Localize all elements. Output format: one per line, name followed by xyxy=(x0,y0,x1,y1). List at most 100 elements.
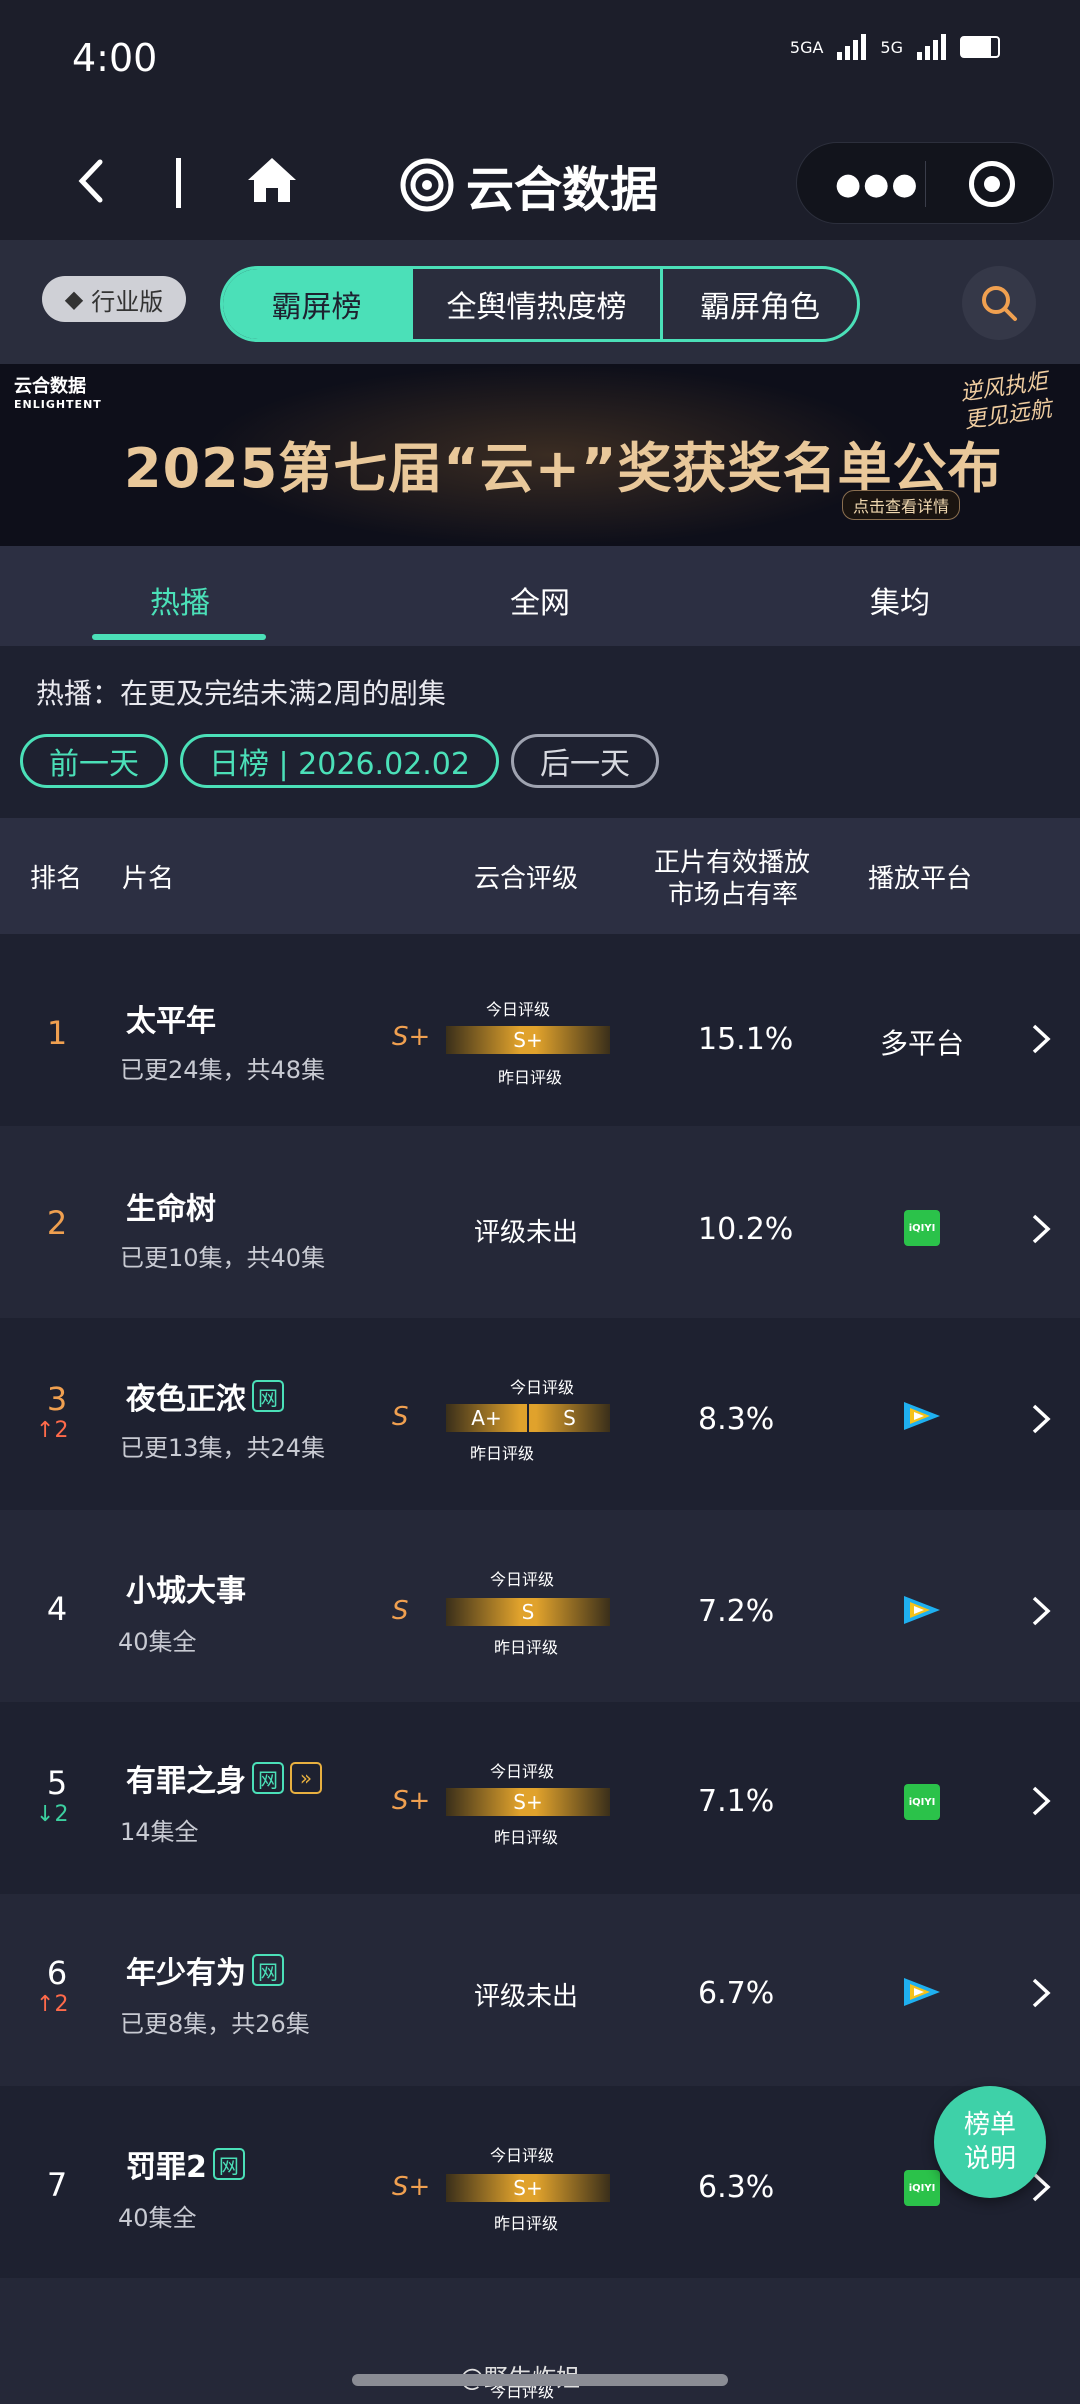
rank-number: 1 xyxy=(46,1014,68,1052)
market-share: 6.7% xyxy=(698,1976,775,2011)
iqiyi-icon: iQIYI xyxy=(904,1210,940,1246)
ranking-description: 热播：在更及完结未满2周的剧集 xyxy=(36,677,446,710)
header-title: 片名 xyxy=(122,864,175,894)
rating-meter: S+ xyxy=(446,1026,610,1054)
more-icon[interactable]: ●●● xyxy=(835,167,920,202)
target-icon[interactable] xyxy=(969,161,1015,207)
web-drama-tag: 网 xyxy=(252,1954,284,1986)
back-icon[interactable] xyxy=(72,156,112,206)
nav-bar: 云合数据 ●●● xyxy=(0,120,1080,240)
iqiyi-icon: iQIYI xyxy=(904,2170,940,2206)
chevron-right-icon[interactable] xyxy=(1030,1212,1052,1246)
tab-indicator xyxy=(92,634,266,640)
fast-forward-icon: » xyxy=(290,1762,322,1794)
table-row[interactable]: 3 ↑2 夜色正浓网 已更13集，共24集 S 今日评级 A+ S 昨日评级 8.… xyxy=(0,1318,1080,1510)
table-row[interactable]: 1 太平年 已更24集，共48集 S+ 今日评级 S+ 昨日评级 15.1% 多… xyxy=(0,934,1080,1126)
brand-name: 云合数据 xyxy=(466,162,659,218)
tab-per-episode[interactable]: 集均 xyxy=(870,578,930,622)
rank-number: 3 xyxy=(46,1380,68,1418)
next-day-button[interactable]: 后一天 xyxy=(510,734,659,788)
header-share-2: 市场占有率 xyxy=(668,880,799,910)
network-label-2: 5G xyxy=(880,37,903,57)
industry-label: 行业版 xyxy=(91,287,164,316)
ranking-type-bar: ◆ 行业版 霸屏榜 全舆情热度榜 霸屏角色 xyxy=(0,240,1080,364)
diamond-icon: ◆ xyxy=(64,285,84,313)
rank-number: 6 xyxy=(46,1954,68,1992)
market-share: 7.1% xyxy=(698,1784,775,1819)
web-drama-tag: 网 xyxy=(212,2148,245,2180)
brand-logo-icon xyxy=(400,158,454,212)
table-header: 排名 片名 云合评级 正片有效播放 市场占有率 播放平台 xyxy=(0,818,1080,934)
episode-info: 已更8集，共26集 xyxy=(120,2010,310,2038)
industry-version-button[interactable]: ◆ 行业版 xyxy=(42,276,186,322)
rating-meter: A+ S xyxy=(446,1404,610,1432)
episode-info: 14集全 xyxy=(120,1818,199,1846)
chevron-right-icon[interactable] xyxy=(1030,1402,1052,1436)
signal-icon-2 xyxy=(917,34,946,60)
show-title: 太平年 xyxy=(126,1004,216,1039)
rating-grade: S+ xyxy=(392,1786,431,1816)
rating-meter: S+ xyxy=(446,2174,610,2202)
episode-info: 已更13集，共24集 xyxy=(120,1434,326,1462)
table-row[interactable]: 5 ↓2 有罪之身网» 14集全 S+ 今日评级 S+ 昨日评级 7.1% iQ… xyxy=(0,1702,1080,1894)
search-button[interactable] xyxy=(962,266,1036,340)
chevron-right-icon[interactable] xyxy=(1030,1594,1052,1628)
banner-detail-button[interactable]: 点击查看详情 xyxy=(842,490,961,520)
table-row[interactable]: 7 罚罪2 网 40集全 S+ 今日评级 S+ 昨日评级 6.3% iQIYI xyxy=(0,2086,1080,2278)
iqiyi-icon: iQIYI xyxy=(904,1784,940,1820)
tab-hot[interactable]: 热播 xyxy=(150,578,210,622)
chevron-right-icon[interactable] xyxy=(1030,1784,1052,1818)
tab-all-network[interactable]: 全网 xyxy=(510,578,570,622)
show-title: 有罪之身网» xyxy=(126,1756,322,1800)
search-icon xyxy=(982,286,1017,321)
rating-grade: S+ xyxy=(392,2172,431,2202)
brand-title: 云合数据 xyxy=(400,150,658,220)
chevron-right-icon[interactable] xyxy=(1030,1022,1052,1056)
tab-dominant-screen[interactable]: 霸屏榜 xyxy=(223,269,413,339)
rating-none: 评级未出 xyxy=(474,1218,579,1248)
promo-banner[interactable]: 云合数据 ENLIGHTENT 2025第七届“云+”奖获奖名单公布 逆风执炬 更见… xyxy=(0,364,1080,546)
rating-none: 评级未出 xyxy=(474,1982,579,2012)
date-picker-button[interactable]: 日榜 | 2026.02.02 xyxy=(180,734,499,788)
rating-today-label: 今日评级 xyxy=(490,1570,555,1589)
episode-info: 40集全 xyxy=(118,2204,197,2232)
home-icon[interactable] xyxy=(244,152,300,208)
mini-program-capsule: ●●● xyxy=(796,142,1054,224)
tab-dominant-role[interactable]: 霸屏角色 xyxy=(663,269,857,339)
banner-slogan: 逆风执炬 更见远航 xyxy=(958,369,1054,434)
market-share: 7.2% xyxy=(698,1594,775,1629)
header-platform: 播放平台 xyxy=(868,864,973,894)
rating-grade: S xyxy=(392,1596,409,1626)
home-indicator[interactable] xyxy=(352,2374,728,2386)
signal-icon xyxy=(837,34,867,60)
prev-day-button[interactable]: 前一天 xyxy=(20,734,168,788)
market-share: 15.1% xyxy=(698,1022,794,1057)
web-drama-tag: 网 xyxy=(252,1762,284,1794)
sub-tabs: 热播 全网 集均 xyxy=(0,546,1080,646)
ranking-help-button[interactable]: 榜单 说明 xyxy=(934,2086,1046,2198)
status-bar: 4:00 5GA 5G xyxy=(0,0,1080,120)
trend-up: ↑2 xyxy=(36,1418,69,1443)
trend-up: ↑2 xyxy=(36,1992,69,2017)
battery-icon xyxy=(960,36,1000,58)
rating-today-label: 今日评级 xyxy=(486,1000,551,1019)
market-share: 8.3% xyxy=(698,1402,775,1437)
chevron-right-icon[interactable] xyxy=(1030,1976,1052,2010)
rating-today-label: 今日评级 xyxy=(490,2146,555,2165)
show-title: 年少有为网 xyxy=(126,1948,284,1992)
market-share: 6.3% xyxy=(698,2170,775,2205)
table-row[interactable]: 2 生命树 已更10集，共40集 评级未出 10.2% iQIYI xyxy=(0,1126,1080,1318)
banner-logo: 云合数据 ENLIGHTENT xyxy=(14,376,102,412)
network-label-1: 5GA xyxy=(789,37,824,57)
rating-yesterday-label: 昨日评级 xyxy=(494,2214,559,2233)
market-share: 10.2% xyxy=(698,1212,794,1247)
header-rank: 排名 xyxy=(30,864,83,894)
table-row[interactable]: 6 ↑2 年少有为网 已更8集，共26集 评级未出 6.7% xyxy=(0,1894,1080,2086)
tencent-video-icon xyxy=(904,1402,940,1430)
tab-public-opinion[interactable]: 全舆情热度榜 xyxy=(413,269,663,339)
tencent-video-icon xyxy=(904,1596,940,1624)
rating-today-label: 今日评级 xyxy=(510,1378,575,1397)
header-rating: 云合评级 xyxy=(474,864,579,894)
show-title: 生命树 xyxy=(126,1192,216,1227)
table-row[interactable]: 4 小城大事 40集全 S 今日评级 S 昨日评级 7.2% xyxy=(0,1510,1080,1702)
